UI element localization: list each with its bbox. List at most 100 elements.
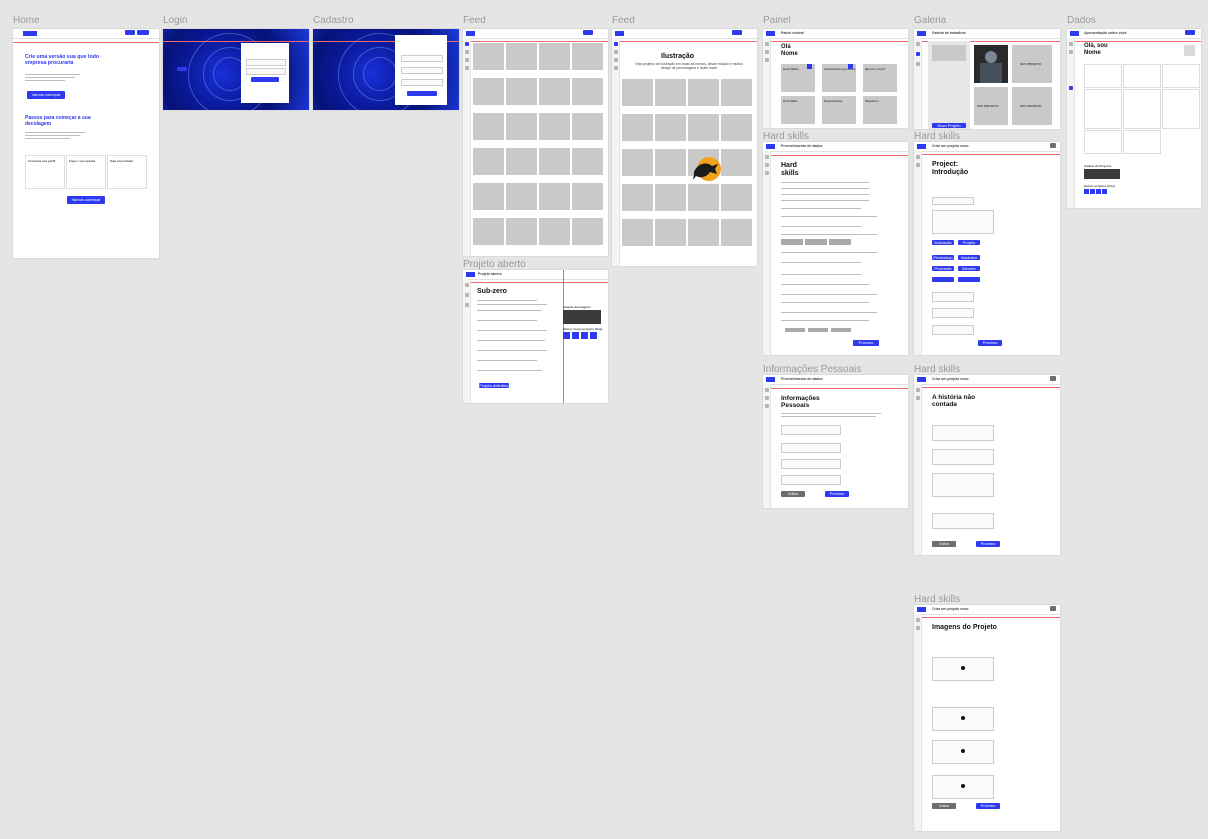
frame-label-feed-2[interactable]: Feed <box>612 15 635 26</box>
upload-button[interactable] <box>583 30 593 35</box>
upload-area[interactable] <box>932 740 994 764</box>
name-field[interactable] <box>401 55 443 62</box>
frame-label-hard-skills-3[interactable]: Hard skills <box>914 364 960 375</box>
next-button[interactable]: Próximo <box>853 340 879 346</box>
next-button[interactable]: Próximo <box>825 491 849 497</box>
user-icon[interactable] <box>464 66 469 70</box>
tool-chip[interactable] <box>932 277 954 282</box>
home-icon[interactable] <box>464 42 469 46</box>
feed-tile[interactable] <box>721 184 752 211</box>
story-field[interactable] <box>932 513 994 529</box>
feed-tile[interactable] <box>539 183 570 210</box>
feed-tile[interactable] <box>688 184 719 211</box>
feed-tile[interactable] <box>688 114 719 141</box>
user-icon[interactable] <box>464 303 469 307</box>
feed-tile[interactable] <box>721 79 752 106</box>
feed-tile[interactable] <box>622 149 653 176</box>
tool-chip[interactable]: Photoshop <box>932 255 954 260</box>
frame-hard-skills[interactable]: Preenchimento de dados Hard skills Próxi… <box>763 142 908 355</box>
home-icon[interactable] <box>915 155 920 159</box>
feed-tile[interactable] <box>539 218 570 245</box>
project-thumb[interactable] <box>1102 189 1107 194</box>
email-field[interactable] <box>401 67 443 74</box>
close-icon[interactable] <box>1050 143 1056 148</box>
user-icon[interactable] <box>613 66 618 70</box>
tool-chip[interactable] <box>958 277 980 282</box>
feed-tile[interactable] <box>572 218 603 245</box>
info-field[interactable] <box>781 459 841 469</box>
frame-label-hard-skills-2[interactable]: Hard skills <box>914 131 960 142</box>
user-icon[interactable] <box>764 404 769 408</box>
gallery-icon[interactable] <box>915 396 920 400</box>
home-icon[interactable] <box>613 42 618 46</box>
feed-icon[interactable] <box>464 50 469 54</box>
gallery-icon[interactable] <box>915 163 920 167</box>
feed-tile[interactable] <box>572 148 603 175</box>
frame-label-dados[interactable]: Dados <box>1067 15 1096 26</box>
gallery-icon[interactable] <box>915 52 920 56</box>
home-icon[interactable] <box>915 42 920 46</box>
feed-tile[interactable] <box>655 184 686 211</box>
feed-tile[interactable] <box>655 114 686 141</box>
home-icon[interactable] <box>764 388 769 392</box>
signup-submit-button[interactable] <box>407 91 437 96</box>
hours-field[interactable] <box>932 308 974 318</box>
option-chip[interactable] <box>785 328 805 332</box>
feed-tile[interactable] <box>506 218 537 245</box>
option-chip[interactable] <box>829 239 851 245</box>
frame-projeto-aberto[interactable]: Projeto aberto Sub-zero Projeto definiti… <box>463 270 608 403</box>
option-chip[interactable] <box>805 239 827 245</box>
frame-label-login[interactable]: Login <box>163 15 187 26</box>
info-field[interactable] <box>781 443 841 453</box>
signup-button[interactable] <box>137 30 149 35</box>
feed-tile[interactable] <box>506 43 537 70</box>
painel-card[interactable]: Experiências <box>822 96 856 124</box>
painel-card[interactable]: Soft Skills <box>781 96 815 124</box>
feed-tile[interactable] <box>622 79 653 106</box>
frame-label-hard-skills[interactable]: Hard skills <box>763 131 809 142</box>
email-field[interactable] <box>246 59 286 66</box>
feed-tile[interactable] <box>655 149 686 176</box>
project-thumb[interactable] <box>1084 189 1089 194</box>
next-button[interactable]: Próximo <box>976 803 1000 809</box>
frame-galeria[interactable]: Galeria de trabalhos Novo Projeto SEU PR… <box>914 29 1060 129</box>
story-field[interactable] <box>932 473 994 497</box>
option-chip[interactable] <box>781 239 803 245</box>
close-icon[interactable] <box>1050 376 1056 381</box>
feed-tile[interactable] <box>539 148 570 175</box>
start-button[interactable]: Vamos começar <box>27 91 65 99</box>
frame-label-galeria[interactable]: Galeria <box>914 15 946 26</box>
back-button[interactable]: Voltar <box>932 803 956 809</box>
feed-tile[interactable] <box>539 78 570 105</box>
feed-tile[interactable] <box>572 78 603 105</box>
feed-tile[interactable] <box>473 218 504 245</box>
type-chip[interactable]: Projeto pessoal <box>958 240 980 250</box>
user-icon[interactable] <box>915 62 920 66</box>
upload-area[interactable] <box>932 707 994 731</box>
project-thumb[interactable] <box>1096 189 1101 194</box>
feed-tile[interactable] <box>572 113 603 140</box>
frame-historia[interactable]: Criar um projeto novo A história não con… <box>914 375 1060 555</box>
login-submit-button[interactable] <box>251 77 279 82</box>
feed-tile[interactable] <box>622 219 653 246</box>
date-field[interactable] <box>932 292 974 302</box>
info-field[interactable] <box>781 475 841 485</box>
option-chip[interactable] <box>808 328 828 332</box>
frame-label-hard-skills-4[interactable]: Hard skills <box>914 594 960 605</box>
home-icon[interactable] <box>915 618 920 622</box>
upload-button[interactable] <box>732 30 742 35</box>
project-thumb[interactable] <box>563 332 570 339</box>
type-chip[interactable]: Ilustração <box>932 240 954 245</box>
gallery-icon[interactable] <box>464 293 469 297</box>
feed-tile[interactable] <box>721 219 752 246</box>
feed-tile[interactable] <box>721 149 752 176</box>
next-button[interactable]: Próximo <box>976 541 1000 547</box>
feed-icon[interactable] <box>764 50 769 54</box>
home-icon[interactable] <box>1068 42 1073 46</box>
close-icon[interactable] <box>1050 606 1056 611</box>
feed-tile[interactable] <box>572 183 603 210</box>
user-icon[interactable] <box>1068 86 1073 90</box>
feed-tile[interactable] <box>539 113 570 140</box>
feed-icon[interactable] <box>613 50 618 54</box>
feed-tile[interactable] <box>506 78 537 105</box>
